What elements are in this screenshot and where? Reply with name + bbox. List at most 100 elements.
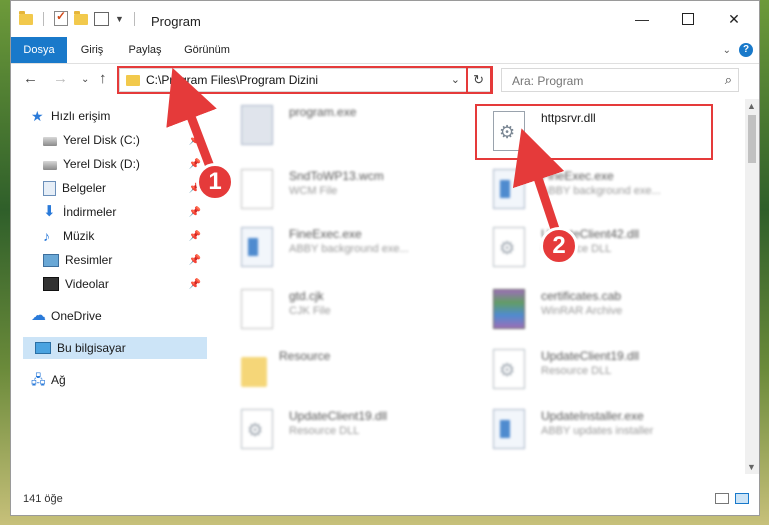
file-item[interactable]: UpdateClient19.dll Resource DLL (219, 403, 469, 459)
scroll-up-icon[interactable]: ▲ (747, 101, 756, 111)
sidebar-item-label: Resimler (65, 253, 113, 267)
file-item-httpsrvr[interactable]: httpsrvr.dll (471, 105, 721, 161)
close-button[interactable]: ✕ (711, 1, 757, 37)
sidebar-item-music[interactable]: ♪ Müzik 📌 (43, 225, 207, 247)
address-bar[interactable]: C:\Program Files\Program Dizini ⌄ ↻ (119, 68, 491, 92)
close-icon: ✕ (728, 10, 740, 27)
file-item[interactable]: Resource (209, 343, 459, 399)
chevron-down-icon[interactable]: ▼ (115, 14, 124, 24)
customize-toolbar-icon[interactable] (94, 11, 109, 26)
sidebar-item-label: Müzik (63, 229, 95, 243)
file-item[interactable]: FineExec.exe ABBY background exe... (219, 221, 469, 277)
properties-check-icon[interactable] (54, 9, 68, 26)
file-item[interactable]: UpdateClient19.dll Resource DLL (471, 343, 721, 399)
sidebar-item-documents[interactable]: Belgeler 📌 (43, 177, 207, 199)
document-icon (241, 289, 273, 329)
sidebar-item-local-disk-d[interactable]: Yerel Disk (D:) 📌 (43, 153, 207, 175)
exe-icon (493, 169, 525, 209)
sidebar-item-this-pc[interactable]: Bu bilgisayar (23, 337, 207, 359)
file-type: ABBY background exe... (289, 243, 409, 255)
search-icon[interactable]: ⌕ (725, 72, 732, 88)
ribbon-controls: ⌄ ? (723, 43, 753, 57)
file-item[interactable]: SndToWP13.wcm WCM File (219, 163, 469, 219)
chevron-down-icon[interactable]: ⌄ (451, 73, 460, 86)
tab-file[interactable]: Dosya (11, 37, 67, 63)
file-item[interactable]: UpdateClient42.dll Resource DLL (471, 221, 721, 277)
tab-share[interactable]: Paylaş (119, 37, 171, 63)
quick-access-toolbar: ▼ (19, 9, 139, 26)
dll-icon (493, 111, 525, 151)
music-icon: ♪ (43, 228, 50, 244)
scrollbar-thumb[interactable] (748, 115, 756, 163)
maximize-icon (682, 13, 694, 25)
address-path[interactable]: C:\Program Files\Program Dizini (146, 73, 318, 87)
sidebar-item-label: Yerel Disk (C:) (63, 133, 140, 147)
folder-icon (19, 11, 33, 25)
sidebar-item-downloads[interactable]: ⬇ İndirmeler 📌 (43, 201, 207, 223)
file-item[interactable]: certificates.cab WinRAR Archive (471, 283, 721, 339)
file-item[interactable]: UpdateInstaller.exe ABBY updates install… (471, 403, 721, 459)
minimize-icon: — (635, 11, 649, 27)
scroll-down-icon[interactable]: ▼ (747, 462, 756, 472)
vertical-scrollbar[interactable]: ▲ ▼ (745, 99, 759, 474)
large-icons-view-icon[interactable] (735, 493, 749, 504)
file-item[interactable]: gtd.cjk CJK File (219, 283, 469, 339)
tab-home[interactable]: Giriş (67, 37, 117, 63)
sidebar-item-label: Bu bilgisayar (57, 341, 126, 355)
help-icon[interactable]: ? (739, 43, 753, 57)
file-name: certificates.cab (541, 289, 622, 303)
sidebar-item-label: Hızlı erişim (51, 109, 111, 123)
expand-ribbon-icon[interactable]: ⌄ (723, 45, 731, 56)
dll-icon (493, 349, 525, 389)
pin-icon: 📌 (188, 206, 201, 218)
search-input[interactable] (510, 70, 714, 92)
dll-icon (493, 227, 525, 267)
navigation-bar: ← → ⌄ ↑ C:\Program Files\Program Dizini … (11, 64, 759, 96)
maximize-button[interactable] (665, 1, 711, 37)
sidebar-item-onedrive[interactable]: ☁ OneDrive (31, 305, 207, 327)
step-badge-2: 2 (540, 227, 578, 265)
documents-icon (43, 180, 56, 196)
folder-icon (241, 357, 267, 387)
file-name: UpdateClient19.dll (289, 409, 388, 423)
divider (133, 11, 135, 26)
download-icon: ⬇ (43, 203, 56, 220)
sidebar-item-label: OneDrive (51, 309, 102, 323)
sidebar-item-videos[interactable]: Videolar 📌 (43, 273, 207, 295)
minimize-button[interactable]: — (619, 1, 665, 37)
pin-icon: 📌 (188, 278, 201, 290)
sidebar-item-label: Videolar (65, 277, 109, 291)
sidebar-item-quick-access[interactable]: ★ Hızlı erişim (31, 105, 207, 127)
computer-icon (35, 342, 51, 354)
sidebar-item-local-disk-c[interactable]: Yerel Disk (C:) 📌 (43, 129, 207, 151)
ribbon-tabs: Dosya Giriş Paylaş Görünüm ⌄ ? (11, 37, 759, 64)
up-arrow-icon[interactable]: ↑ (99, 70, 107, 87)
new-folder-icon[interactable] (74, 11, 88, 25)
file-name: UpdateClient19.dll (541, 349, 640, 363)
step-badge-1: 1 (196, 163, 234, 201)
file-name: Resource (279, 349, 331, 363)
sidebar-item-pictures[interactable]: Resimler 📌 (43, 249, 207, 271)
refresh-icon[interactable]: ↻ (473, 72, 484, 88)
pin-icon: 📌 (188, 134, 201, 146)
back-arrow-icon[interactable]: ← (23, 70, 38, 87)
sidebar-item-label: Belgeler (62, 181, 107, 195)
program-icon (241, 105, 273, 145)
sidebar-item-network[interactable]: 🖧 Ağ (31, 369, 207, 391)
explorer-window: ▼ Program — ✕ Dosya Giriş Paylaş Görünüm… (10, 0, 760, 516)
forward-arrow-icon[interactable]: → (53, 70, 68, 87)
file-list: program.exe httpsrvr.dll SndToWP13.wcm W… (209, 99, 745, 474)
details-view-icon[interactable] (715, 493, 729, 504)
file-item[interactable]: program.exe (219, 99, 469, 155)
dll-icon (241, 409, 273, 449)
title-bar: ▼ Program — ✕ (11, 1, 759, 37)
search-box[interactable]: ⌕ (501, 68, 739, 92)
file-item[interactable]: FineExec.exe ABBY background exe... (471, 163, 721, 219)
sidebar-item-label: Yerel Disk (D:) (63, 157, 140, 171)
file-name: FineExec.exe (289, 227, 362, 241)
tab-view[interactable]: Görünüm (175, 37, 239, 63)
archive-icon (493, 289, 525, 329)
pin-icon: 📌 (188, 158, 201, 170)
network-icon: 🖧 (31, 372, 46, 387)
recent-locations-icon[interactable]: ⌄ (81, 74, 89, 85)
